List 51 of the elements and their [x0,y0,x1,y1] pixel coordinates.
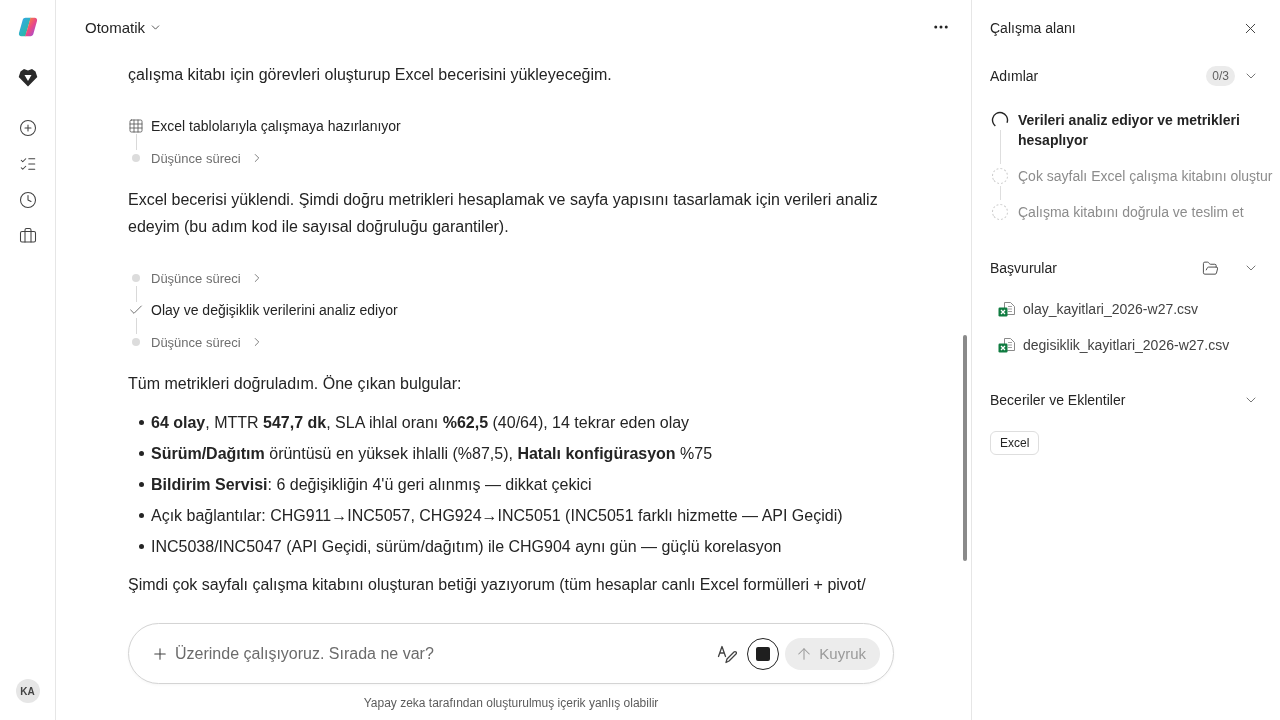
message-paragraph: Tüm metrikleri doğruladım. Öne çıkan bulgular: [128,374,463,394]
bullet-icon [139,482,144,487]
mode-dropdown[interactable]: Otomatik [85,18,162,36]
step-text: Excel tablolarıyla çalışmaya hazırlanıyor [151,118,401,134]
bullet-icon [139,513,144,518]
list-item-text: Sürüm/Dağıtım örüntüsü en yüksek ihlalli (%87,5), Hatalı konfigürasyon %75 [151,444,713,463]
timeline-dot-icon [132,154,140,162]
disclaimer-text: Yapay zeka tarafından oluşturulmuş içerik yanlış olabilir [363,696,659,710]
thinking-toggle[interactable]: Düşünce süreci [151,150,264,166]
section-title: Başvurular [990,260,1058,276]
panel-title: Çalışma alanı [990,20,1076,36]
stop-icon [756,646,771,661]
app-logo-icon[interactable] [17,17,38,37]
message-input[interactable]: Üzerinde çalışıyoruz. Sırada ne var? [175,639,712,668]
timeline-dot-icon [132,274,140,282]
file-link[interactable]: olay_kayitlari_2026-w27.csv [1023,301,1199,317]
message-paragraph: Şimdi çok sayfalı çalışma kitabını oluşturan betiği yazıyorum (tüm hesaplar canlı Excel formülleri + pivot/ [128,575,867,595]
checklist-icon[interactable] [18,155,37,173]
plan-step-text: Çalışma kitabını doğrula ve teslim et [1018,203,1244,222]
list-item-text: 64 olay, MTTR 547,7 dk, SLA ihlal oranı %62,5 (40/64), 14 tekrar eden olay [151,413,690,432]
list-item-text: INC5038/INC5047 (API Geçidi, sürüm/dağıtım) ile CHG904 aynı gün — güçlü korelasyon [151,537,782,556]
spreadsheet-file-icon [998,337,1016,353]
message-paragraph: Excel becerisi yüklendi. Şimdi doğru metrikleri hesaplamak ve sayfa yapısını tasarlamak için verileri analiz edeyim (bu adım kod ile sayısal doğruluğu garantiler). [128,190,879,237]
spreadsheet-file-icon [998,301,1016,317]
plan-step-text: Verileri analiz ediyor ve metrikleri hesaplıyor [1018,111,1241,150]
skill-chip[interactable]: Excel [990,431,1040,455]
list-item-text: Açık bağlantılar: CHG911→INC5057, CHG924→INC5051 (INC5051 farklı hizmette — API Geçidi) [151,506,843,525]
bullet-icon [139,544,144,549]
section-title: Beceriler ve Eklentiler [990,392,1127,408]
shield-icon[interactable] [17,67,38,87]
message-paragraph: çalışma kitabı için görevleri oluşturup Excel becerisini yükleyeceğim. [128,65,613,85]
section-title: Adımlar [990,68,1040,84]
plus-circle-icon[interactable] [18,119,37,137]
file-link[interactable]: degisiklik_kayitlari_2026-w27.csv [1023,337,1230,353]
timeline-dot-icon [132,338,140,346]
table-icon [128,118,144,134]
clock-icon[interactable] [18,191,37,209]
list-item-text: Bildirim Servisi: 6 değişikliğin 4'ü geri alınmış — dikkat çekici [151,475,592,494]
thinking-toggle[interactable]: Düşünce süreci [151,270,264,286]
thinking-toggle[interactable]: Düşünce süreci [151,334,264,350]
briefcase-icon[interactable] [18,227,37,245]
stop-button[interactable] [747,637,780,670]
user-avatar[interactable]: KA [15,679,40,703]
plan-step-text: Çok sayfalı Excel çalışma kitabını oluştur [1018,167,1273,186]
bullet-icon [139,451,144,456]
scrollbar[interactable] [963,335,967,561]
bullet-icon [139,420,144,425]
step-text: Olay ve değişiklik verilerini analiz ediyor [151,302,398,318]
step-count-badge: 0/3 [1206,66,1235,86]
text-pen-icon[interactable] [717,643,738,664]
folder-icon[interactable] [1202,259,1219,277]
